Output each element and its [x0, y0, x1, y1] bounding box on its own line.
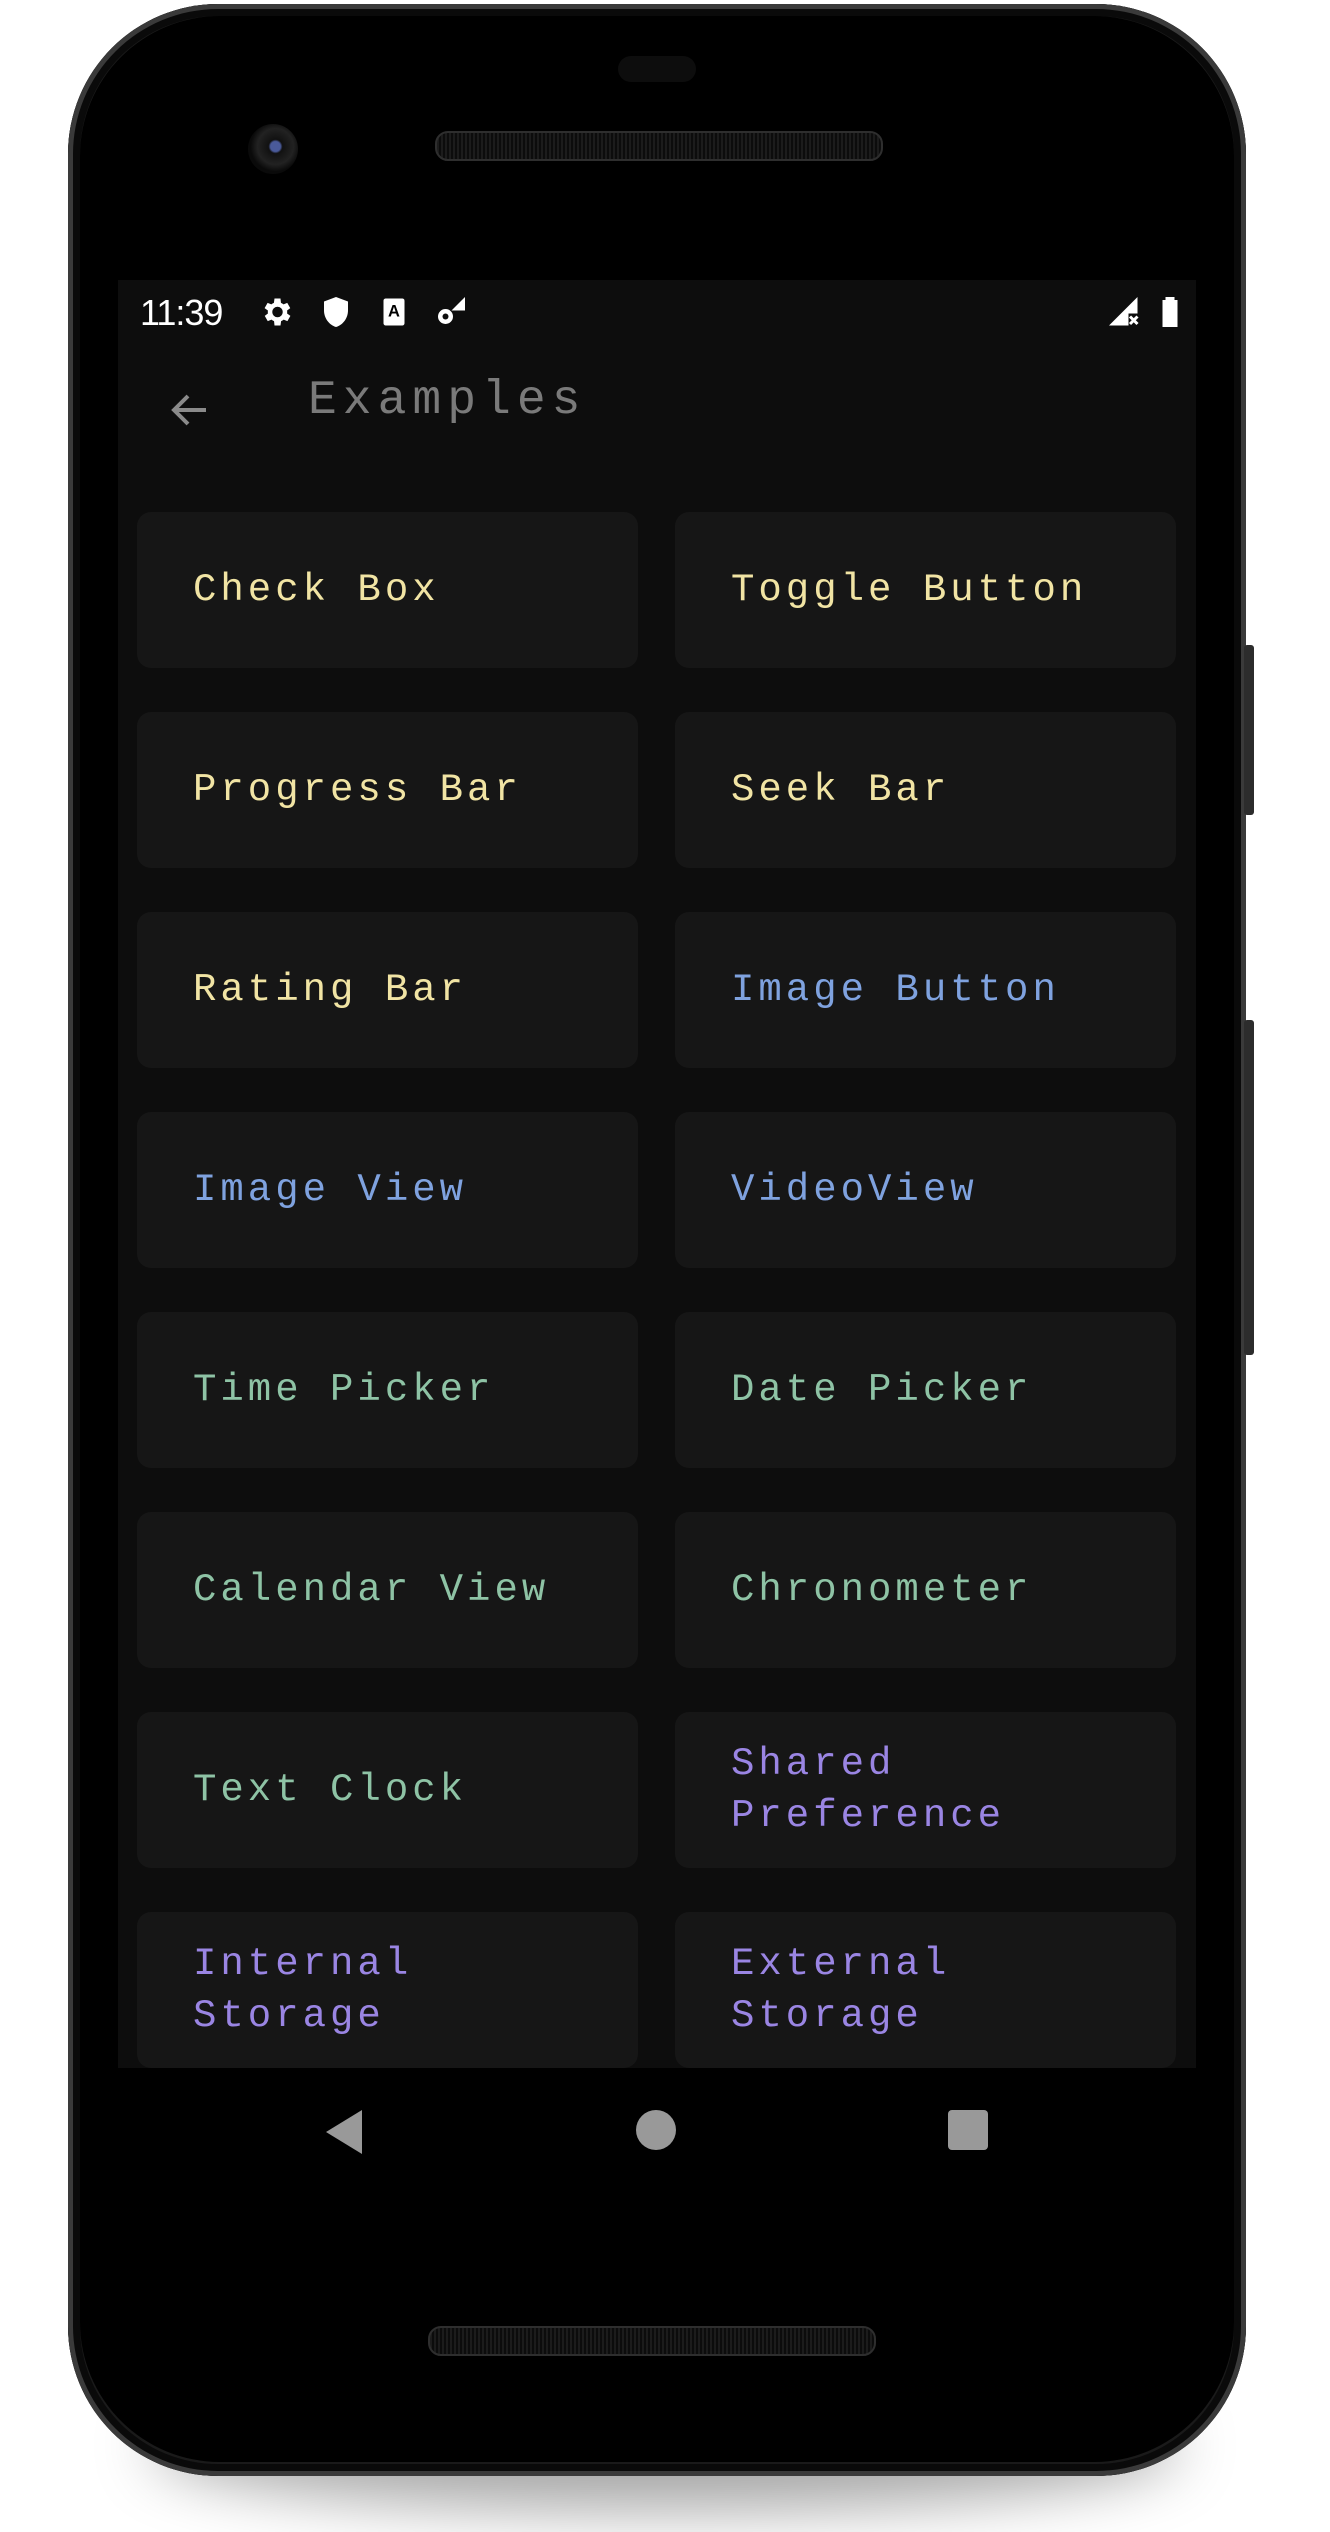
- font-a-icon: A: [383, 298, 405, 326]
- example-card-label: Date Picker: [731, 1368, 1033, 1412]
- example-card-seek-bar[interactable]: Seek Bar: [675, 712, 1176, 868]
- example-card-label: Toggle Button: [731, 568, 1088, 612]
- proximity-sensor: [618, 56, 696, 82]
- example-card-toggle-button[interactable]: Toggle Button: [675, 512, 1176, 668]
- example-card-time-picker[interactable]: Time Picker: [137, 1312, 638, 1468]
- example-card-image-view[interactable]: Image View: [137, 1112, 638, 1268]
- example-card-check-box[interactable]: Check Box: [137, 512, 638, 668]
- example-card-label: Image View: [193, 1168, 468, 1212]
- example-card-label: Image Button: [731, 968, 1060, 1012]
- status-bar: 11:39 A: [118, 280, 1196, 344]
- example-card-label: Text Clock: [193, 1768, 468, 1812]
- example-card-image-button[interactable]: Image Button: [675, 912, 1176, 1068]
- volume-button: [1244, 1020, 1254, 1355]
- battery-full-icon: [1162, 297, 1178, 327]
- page-title: Examples: [308, 374, 587, 428]
- example-card-label: Progress Bar: [193, 768, 522, 812]
- svg-text:A: A: [388, 303, 400, 321]
- example-card-date-picker[interactable]: Date Picker: [675, 1312, 1176, 1468]
- example-card-label: External Storage: [731, 1942, 951, 2038]
- status-time: 11:39: [140, 292, 223, 333]
- example-card-videoview[interactable]: VideoView: [675, 1112, 1176, 1268]
- nav-recents-icon[interactable]: [948, 2110, 988, 2150]
- example-card-label: Rating Bar: [193, 968, 468, 1012]
- app-bar: Examples: [118, 344, 1196, 472]
- nav-home-icon[interactable]: [636, 2110, 676, 2150]
- example-card-calendar-view[interactable]: Calendar View: [137, 1512, 638, 1668]
- example-card-rating-bar[interactable]: Rating Bar: [137, 912, 638, 1068]
- example-card-progress-bar[interactable]: Progress Bar: [137, 712, 638, 868]
- example-card-text-clock[interactable]: Text Clock: [137, 1712, 638, 1868]
- example-card-chronometer[interactable]: Chronometer: [675, 1512, 1176, 1668]
- example-card-label: Internal Storage: [193, 1942, 413, 2038]
- nav-back-icon[interactable]: [322, 2108, 366, 2156]
- top-speaker: [435, 131, 883, 161]
- bottom-speaker: [428, 2326, 876, 2356]
- example-card-label: Chronometer: [731, 1568, 1033, 1612]
- example-card-label: Shared Preference: [731, 1742, 1006, 1838]
- shield-icon: [324, 297, 348, 327]
- front-camera: [248, 124, 298, 174]
- signal-no-data-icon: [1109, 297, 1139, 326]
- settings-cellular-icon: [438, 297, 465, 324]
- settings-icon: [264, 298, 291, 326]
- example-card-internal-storage[interactable]: Internal Storage: [137, 1912, 638, 2068]
- screen: 11:39 A Examples Check Box Toggle Button P…: [118, 280, 1196, 2068]
- example-card-label: Check Box: [193, 568, 440, 612]
- example-card-external-storage[interactable]: External Storage: [675, 1912, 1176, 2068]
- example-card-shared-preference[interactable]: Shared Preference: [675, 1712, 1176, 1868]
- navigation-bar: [118, 2068, 1196, 2208]
- example-card-label: VideoView: [731, 1168, 978, 1212]
- arrow-back-icon[interactable]: [166, 386, 214, 434]
- example-card-label: Time Picker: [193, 1368, 495, 1412]
- example-card-label: Calendar View: [193, 1568, 550, 1612]
- power-button: [1244, 645, 1254, 815]
- example-card-label: Seek Bar: [731, 768, 951, 812]
